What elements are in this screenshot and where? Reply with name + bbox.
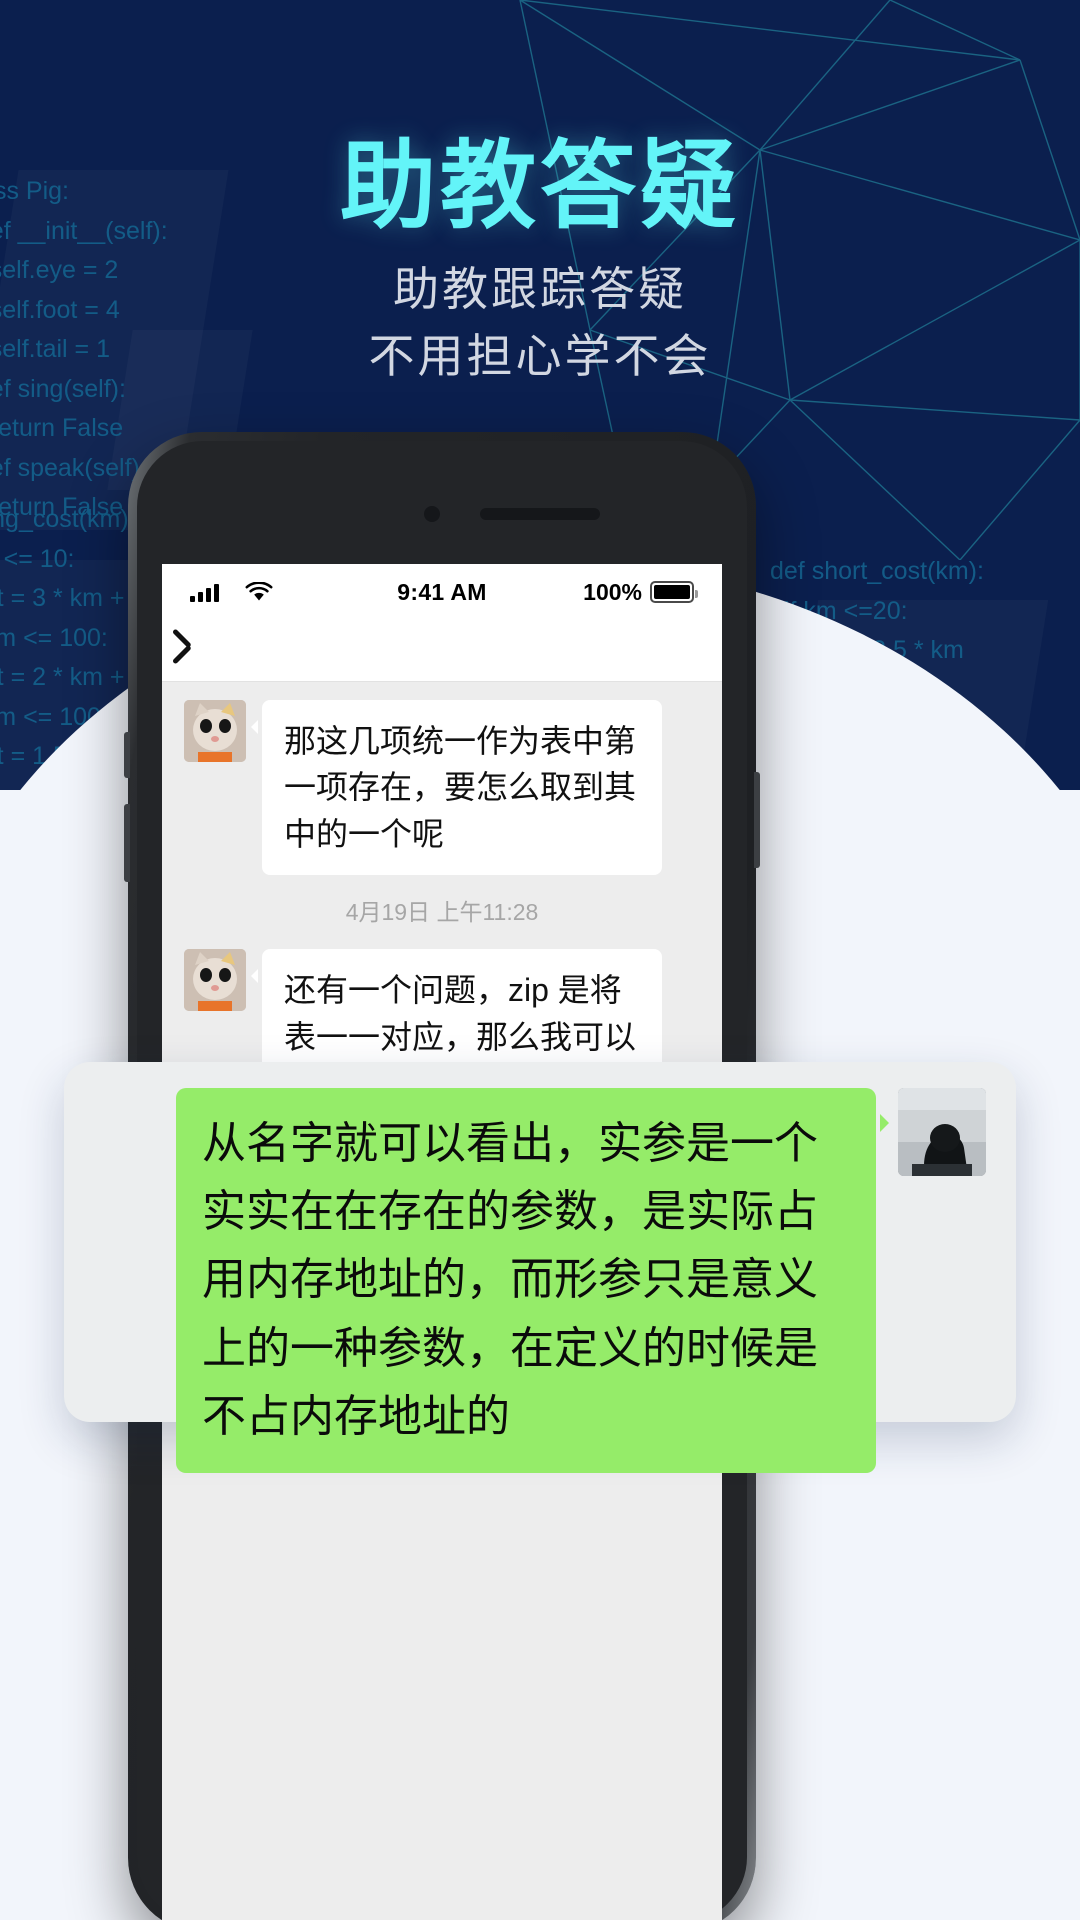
chat-bubble-incoming[interactable]: 那这几项统一作为表中第一项存在，要怎么取到其中的一个呢	[251, 700, 662, 876]
hero-subtitle-line-2: 不用担心学不会	[368, 330, 712, 382]
highlight-card: 从名字就可以看出，实参是一个实实在在存在的参数，是实际占用内存地址的，而形参只是…	[64, 1062, 1016, 1473]
status-bar: 9:41 AM 100%	[162, 564, 722, 620]
cat-avatar[interactable]	[184, 949, 246, 1012]
nav-bar	[162, 620, 722, 682]
chat-message-row: 那这几项统一作为表中第一项存在，要怎么取到其中的一个呢	[162, 700, 722, 876]
volume-up-button[interactable]	[124, 732, 130, 778]
front-camera-icon	[424, 506, 440, 522]
hacker-avatar[interactable]	[898, 1088, 986, 1176]
back-chevron-icon[interactable]	[186, 633, 208, 669]
earpiece-speaker-icon	[480, 508, 600, 520]
battery-full-icon	[650, 581, 698, 603]
power-button[interactable]	[754, 772, 760, 868]
page-title: 助教答疑	[340, 133, 740, 240]
hero-subtitle-line-1: 助教跟踪答疑	[393, 263, 687, 315]
chat-timestamp-divider: 4月19日 上午11:28	[345, 899, 539, 926]
cat-avatar[interactable]	[184, 700, 246, 762]
volume-down-button[interactable]	[124, 804, 130, 882]
highlight-chat-bubble[interactable]: 从名字就可以看出，实参是一个实实在在存在的参数，是实际占用内存地址的，而形参只是…	[176, 1088, 889, 1473]
status-bar-time: 9:41 AM	[397, 578, 487, 605]
